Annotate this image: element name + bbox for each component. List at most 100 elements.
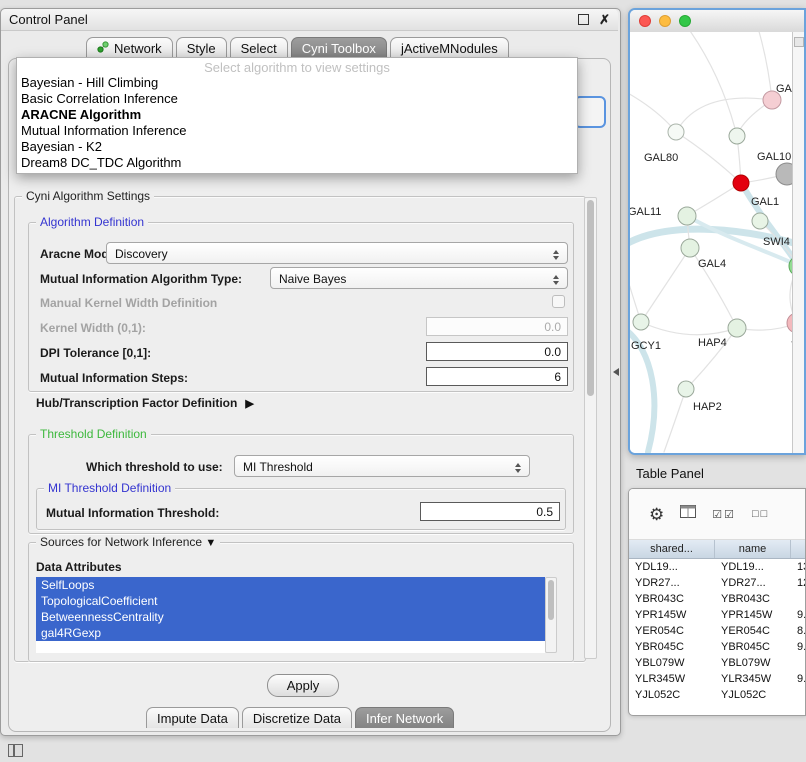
deselect-all-icon[interactable]: □□ — [752, 508, 769, 520]
attributes-scrollbar[interactable] — [545, 577, 557, 653]
network-edge — [641, 322, 737, 335]
algorithm-option-basic-correlation-inference[interactable]: Basic Correlation Inference — [17, 91, 577, 107]
network-node[interactable] — [668, 124, 684, 140]
network-vertical-scrollbar[interactable] — [792, 32, 804, 453]
attribute-item-gal4rgexp[interactable]: gal4RGexp — [36, 625, 545, 641]
table-header[interactable]: shared...name — [629, 540, 805, 559]
table-row[interactable]: YBL079WYBL079W — [629, 655, 805, 671]
table-cell — [791, 655, 806, 671]
chevron-down-icon: ▼ — [205, 537, 216, 549]
control-panel-titlebar[interactable]: Control Panel ✗ — [1, 9, 618, 31]
table-body: YDL19...YDL19...13YDR27...YDR27...12YBR0… — [629, 559, 805, 703]
manual-kernel-checkbox[interactable] — [552, 295, 565, 308]
network-node-label: GCY1 — [631, 340, 661, 352]
table-cell: YDL19... — [715, 559, 791, 575]
tab-infer-network[interactable]: Infer Network — [355, 707, 454, 728]
attribute-item-selfloops[interactable]: SelfLoops — [36, 577, 545, 593]
algorithm-definition-legend: Algorithm Definition — [36, 215, 148, 229]
column-header-2[interactable] — [791, 540, 806, 558]
algorithm-option-aracne-algorithm[interactable]: ARACNE Algorithm — [17, 107, 577, 123]
algorithm-option-bayesian-k2[interactable]: Bayesian - K2 — [17, 139, 577, 155]
tab-select[interactable]: Select — [230, 37, 288, 58]
network-node-label: SWI4 — [763, 236, 790, 248]
manual-kernel-label: Manual Kernel Width Definition — [40, 296, 217, 310]
settings-scrollbar-thumb[interactable] — [587, 200, 594, 396]
tab-cyni-toolbox[interactable]: Cyni Toolbox — [291, 37, 387, 58]
network-canvas[interactable]: GAL8GAL80GAL10GAL11GAL1SWI4GAL4GCY1HAP4H… — [630, 32, 804, 453]
columns-icon[interactable] — [680, 505, 696, 523]
table-row[interactable]: YDR27...YDR27...12 — [629, 575, 805, 591]
column-header-shared[interactable]: shared... — [629, 540, 715, 558]
network-node[interactable] — [681, 239, 699, 257]
settings-scrollbar[interactable] — [584, 197, 597, 659]
attributes-scrollbar-thumb[interactable] — [548, 580, 554, 620]
hub-section-toggle[interactable]: Hub/Transcription Factor Definition ▶ — [36, 396, 254, 410]
network-edge — [641, 248, 690, 322]
panel-dock-icon[interactable] — [8, 744, 23, 757]
float-window-icon[interactable] — [578, 14, 589, 25]
table-row[interactable]: YLR345WYLR345W9. — [629, 671, 805, 687]
table-row[interactable]: YBR043CYBR043C — [629, 591, 805, 607]
which-threshold-select[interactable]: MI Threshold — [234, 455, 530, 477]
network-node[interactable] — [752, 213, 768, 229]
close-window-icon[interactable]: ✗ — [599, 14, 610, 26]
data-attributes-list[interactable]: SelfLoopsTopologicalCoefficientBetweenne… — [36, 577, 545, 653]
table-row[interactable]: YER054CYER054C8. — [629, 623, 805, 639]
network-node[interactable] — [733, 175, 749, 191]
attribute-item-topologicalcoefficient[interactable]: TopologicalCoefficient — [36, 593, 545, 609]
mi-threshold-field[interactable]: 0.5 — [420, 502, 560, 521]
kernel-width-label: Kernel Width (0,1): — [40, 321, 146, 335]
stepper-arrows-icon — [553, 272, 562, 288]
network-node[interactable] — [633, 314, 649, 330]
aracne-mode-select[interactable]: Discovery — [106, 242, 568, 264]
dpi-tolerance-field[interactable]: 0.0 — [426, 342, 568, 361]
network-node[interactable] — [729, 128, 745, 144]
network-node[interactable] — [728, 319, 746, 337]
scroll-button[interactable] — [794, 37, 804, 47]
tab-style[interactable]: Style — [176, 37, 227, 58]
tab-label: jActiveMNodules — [401, 41, 498, 56]
tab-network[interactable]: Network — [86, 37, 173, 58]
select-all-icon[interactable]: ☑☑ — [712, 508, 736, 521]
tab-impute-data[interactable]: Impute Data — [146, 707, 239, 728]
sources-legend[interactable]: Sources for Network Inference ▼ — [36, 535, 220, 549]
minimize-traffic-light-icon[interactable] — [659, 15, 671, 27]
network-node[interactable] — [678, 381, 694, 397]
attribute-item-betweennesscentrality[interactable]: BetweennessCentrality — [36, 609, 545, 625]
table-cell — [791, 591, 806, 607]
column-header-name[interactable]: name — [715, 540, 791, 558]
table-row[interactable]: YPR145WYPR145W9. — [629, 607, 805, 623]
mi-steps-field[interactable]: 6 — [426, 367, 568, 386]
table-cell: YJL052C — [715, 687, 791, 703]
divider-collapse-arrow[interactable] — [613, 368, 619, 376]
tab-discretize-data[interactable]: Discretize Data — [242, 707, 352, 728]
network-window-titlebar[interactable] — [630, 10, 804, 33]
gear-icon[interactable]: ⚙ — [649, 506, 664, 523]
table-cell: YJL052C — [629, 687, 715, 703]
network-view-window: GAL8GAL80GAL10GAL11GAL1SWI4GAL4GCY1HAP4H… — [628, 8, 806, 455]
table-row[interactable]: YJL052CYJL052C — [629, 687, 805, 703]
tab-label: Style — [187, 41, 216, 56]
focused-button-fragment[interactable] — [574, 96, 606, 128]
sources-legend-label: Sources for Network Inference — [40, 535, 202, 549]
tab-jactivemnodules[interactable]: jActiveMNodules — [390, 37, 509, 58]
table-cell: YDR27... — [715, 575, 791, 591]
algorithm-option-mutual-information-inference[interactable]: Mutual Information Inference — [17, 123, 577, 139]
zoom-traffic-light-icon[interactable] — [679, 15, 691, 27]
kernel-width-field[interactable]: 0.0 — [426, 317, 568, 336]
mi-type-select[interactable]: Naive Bayes — [270, 267, 568, 289]
table-cell: YBR045C — [629, 639, 715, 655]
network-node-label: GAL80 — [644, 152, 678, 164]
table-cell: YBL079W — [629, 655, 715, 671]
chevron-right-icon: ▶ — [245, 397, 253, 410]
apply-button[interactable]: Apply — [267, 674, 339, 697]
table-row[interactable]: YBR045CYBR045C9. — [629, 639, 805, 655]
network-node[interactable] — [678, 207, 696, 225]
close-traffic-light-icon[interactable] — [639, 15, 651, 27]
algorithm-option-dream8-dc-tdc-algorithm[interactable]: Dream8 DC_TDC Algorithm — [17, 155, 577, 171]
algorithm-option-bayesian-hill-climbing[interactable]: Bayesian - Hill Climbing — [17, 75, 577, 91]
network-node-label: HAP2 — [693, 401, 722, 413]
tab-label: Infer Network — [366, 711, 443, 726]
table-row[interactable]: YDL19...YDL19...13 — [629, 559, 805, 575]
cyni-settings-legend: Cyni Algorithm Settings — [22, 189, 154, 203]
